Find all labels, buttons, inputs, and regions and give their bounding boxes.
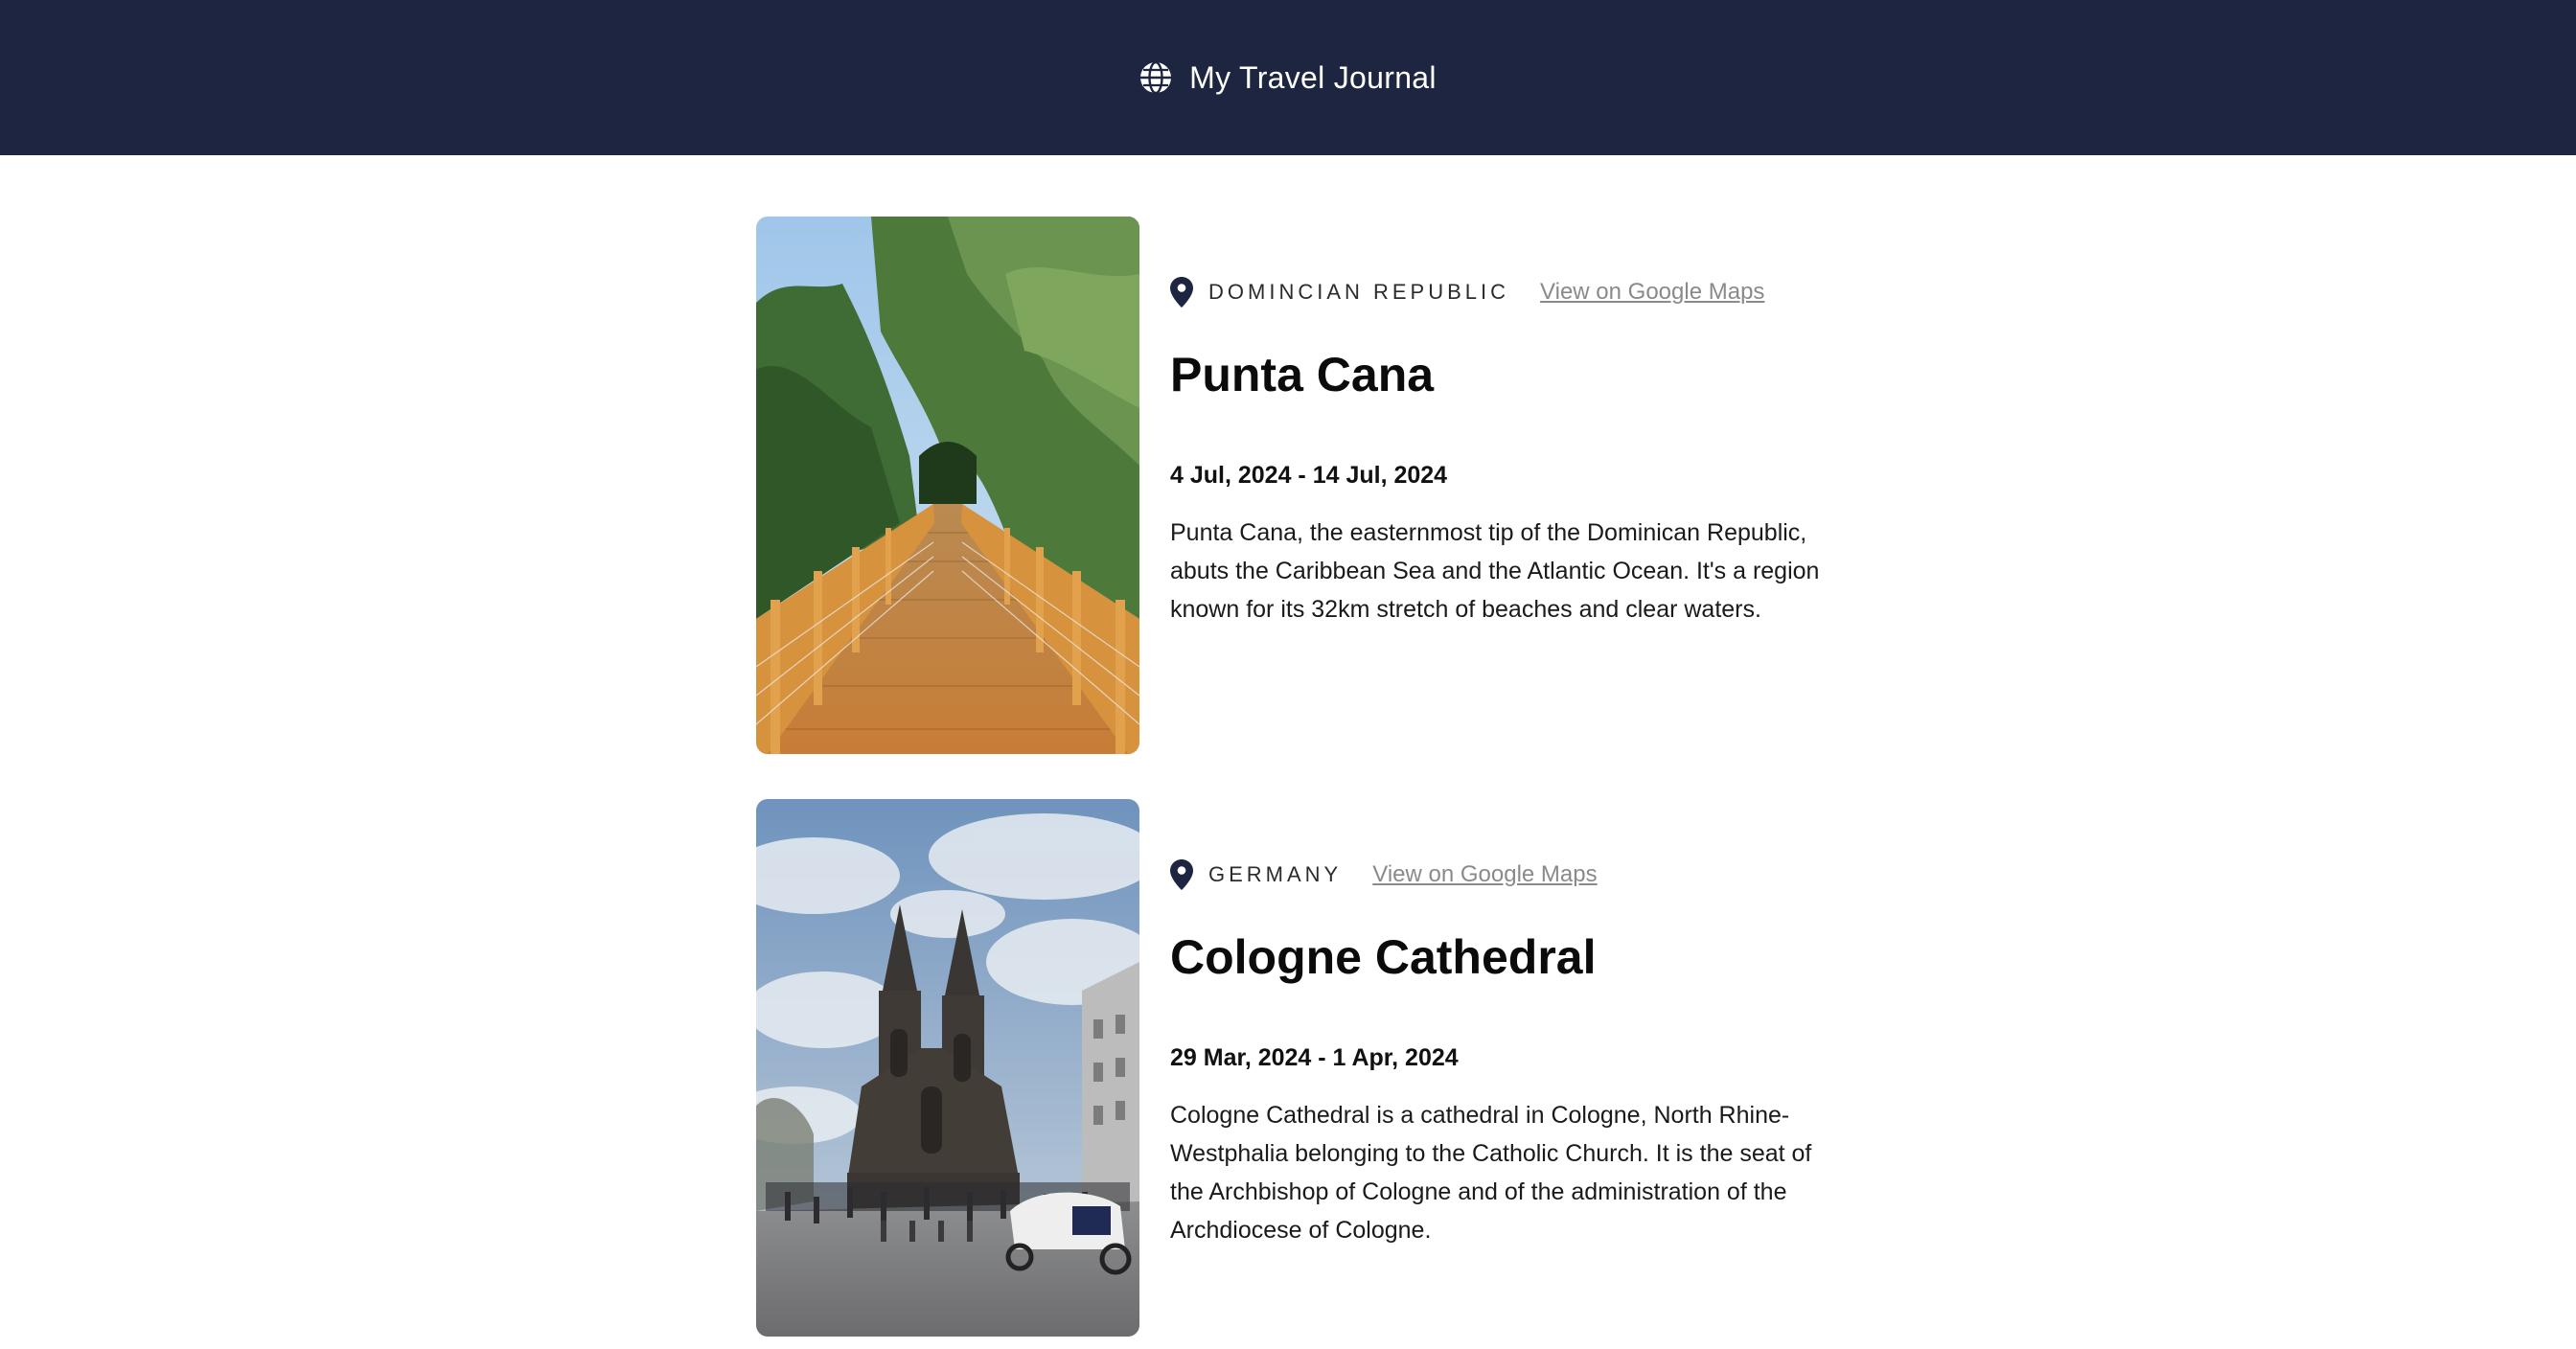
globe-icon <box>1140 61 1172 94</box>
entry-dates: 29 Mar, 2024 - 1 Apr, 2024 <box>1170 1044 1459 1071</box>
google-maps-link[interactable]: View on Google Maps <box>1372 861 1597 888</box>
location-row: GERMANY View on Google Maps <box>1170 858 1598 891</box>
entry-photo-boardwalk <box>756 217 1139 754</box>
journal-entry: GERMANY View on Google Maps Cologne Cath… <box>756 799 1829 1337</box>
location-pin-icon <box>1170 859 1193 890</box>
entry-title: Cologne Cathedral <box>1170 930 1597 984</box>
location-row: DOMINCIAN REPUBLIC View on Google Maps <box>1170 276 1764 309</box>
google-maps-link[interactable]: View on Google Maps <box>1540 279 1764 306</box>
entry-country: GERMANY <box>1208 862 1343 886</box>
entry-photo-cathedral <box>756 799 1139 1337</box>
entry-description: Punta Cana, the easternmost tip of the D… <box>1170 519 1820 623</box>
location-pin-icon <box>1170 277 1193 308</box>
app-header: My Travel Journal <box>0 0 2576 155</box>
entry-dates: 4 Jul, 2024 - 14 Jul, 2024 <box>1170 462 1448 489</box>
entry-title: Punta Cana <box>1170 348 1435 401</box>
entry-country: DOMINCIAN REPUBLIC <box>1208 280 1510 304</box>
app-title: My Travel Journal <box>1189 59 1437 95</box>
journal-entry: DOMINCIAN REPUBLIC View on Google Maps P… <box>756 217 1829 754</box>
entry-description: Cologne Cathedral is a cathedral in Colo… <box>1170 1102 1812 1244</box>
